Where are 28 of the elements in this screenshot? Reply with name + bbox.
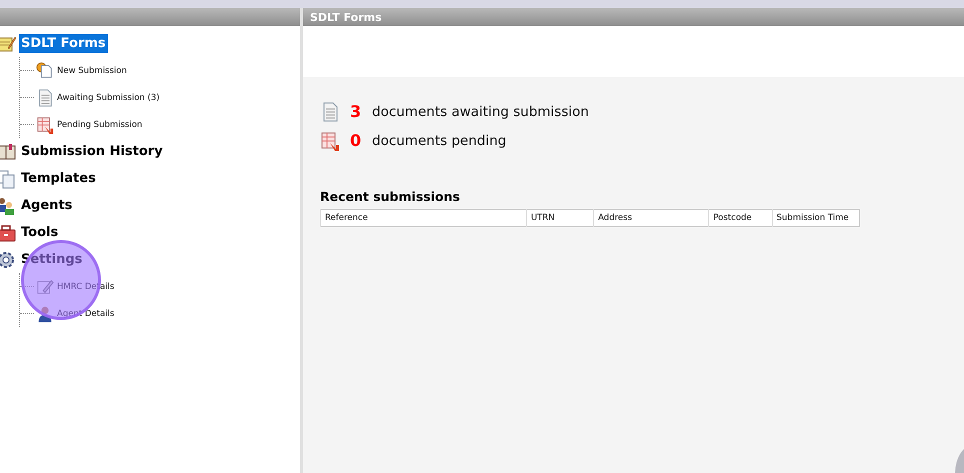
people-icon — [0, 196, 16, 216]
column-header[interactable]: Submission Time — [772, 210, 860, 226]
panel-title: SDLT Forms — [303, 8, 964, 26]
pen-icon — [36, 278, 54, 296]
new-doc-icon — [36, 62, 54, 80]
column-header[interactable]: Address — [594, 210, 709, 226]
person-icon — [36, 304, 54, 322]
tree-item[interactable]: Submission History — [19, 142, 165, 161]
tree-item[interactable]: SDLT Forms — [19, 34, 108, 53]
tree-item[interactable]: Agent Details — [56, 308, 116, 320]
summary-text: documents pending — [372, 132, 506, 148]
pending-icon — [320, 130, 340, 150]
book-icon — [0, 142, 16, 162]
column-header[interactable]: UTRN — [526, 210, 594, 226]
pending-icon — [36, 116, 54, 134]
count: 3 — [350, 102, 362, 121]
tree-item[interactable]: Awaiting Submission (3) — [56, 92, 161, 104]
tree-item[interactable]: New Submission — [56, 64, 128, 76]
column-header[interactable]: Postcode — [708, 210, 772, 226]
tree-item[interactable]: Agents — [19, 196, 74, 215]
column-header[interactable]: Reference — [320, 210, 526, 226]
tree-item[interactable]: Templates — [19, 169, 98, 188]
tree-item[interactable]: Tools — [19, 223, 60, 242]
summary-text: documents awaiting submission — [372, 104, 589, 120]
section-title: Recent submissions — [320, 189, 461, 204]
count: 0 — [350, 131, 362, 150]
tree-item[interactable]: Pending Submission — [56, 118, 144, 130]
doc-icon — [36, 88, 54, 106]
